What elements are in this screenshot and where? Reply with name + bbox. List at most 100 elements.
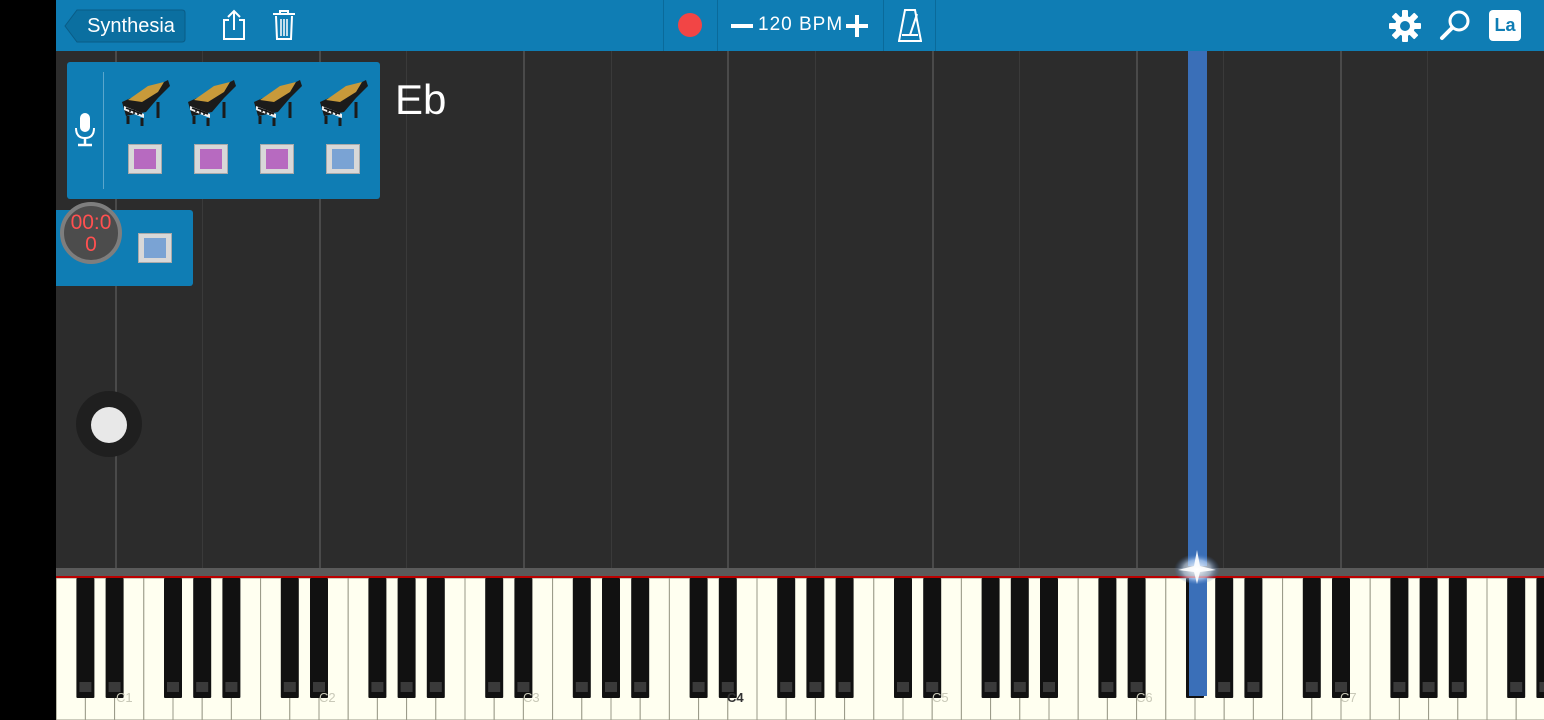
black-key[interactable] [105, 578, 124, 698]
black-key-highlight [1013, 682, 1026, 692]
trash-icon[interactable] [272, 9, 296, 41]
tempo-increase-button[interactable] [846, 15, 868, 37]
settings-gear-icon[interactable] [1389, 10, 1421, 42]
black-key[interactable] [1536, 578, 1544, 698]
black-key-highlight [79, 682, 92, 692]
black-key-highlight [225, 682, 238, 692]
track-toggle[interactable] [326, 144, 360, 174]
joystick-knob[interactable] [91, 407, 127, 443]
black-key[interactable] [981, 578, 1000, 698]
grand-piano-icon[interactable] [316, 72, 370, 126]
piano-keyboard[interactable]: C1 C2 C3 C4 C5 C6 C7 [56, 578, 1544, 720]
scroll-joystick[interactable] [76, 391, 142, 457]
black-key[interactable] [426, 578, 445, 698]
black-key-highlight [167, 682, 179, 692]
grand-piano-icon[interactable] [250, 72, 304, 126]
black-key[interactable] [1244, 578, 1263, 698]
black-key[interactable] [631, 578, 650, 698]
black-key-highlight [1510, 682, 1523, 692]
grand-piano-icon[interactable] [184, 72, 238, 126]
black-key[interactable] [1302, 578, 1321, 698]
octave-grid-line [932, 51, 934, 568]
grid-line [611, 51, 612, 568]
black-key-highlight [1218, 682, 1231, 692]
black-key-highlight [897, 682, 909, 692]
black-key[interactable] [1507, 578, 1526, 698]
black-key[interactable] [164, 578, 182, 698]
black-key[interactable] [1040, 578, 1058, 698]
tempo-decrease-button[interactable] [731, 24, 753, 28]
metronome-icon[interactable] [898, 8, 922, 42]
language-button[interactable]: La [1489, 10, 1521, 41]
piano-keys: C1 C2 C3 C4 C5 C6 C7 [56, 578, 1544, 720]
black-key-highlight [1451, 682, 1464, 692]
black-key[interactable] [1390, 578, 1409, 698]
black-key[interactable] [280, 578, 299, 698]
black-key[interactable] [894, 578, 912, 698]
grid-line [1427, 51, 1428, 568]
track-toggle[interactable] [194, 144, 228, 174]
search-icon[interactable] [1439, 9, 1471, 41]
extra-track-toggle[interactable] [138, 233, 172, 263]
black-key[interactable] [514, 578, 533, 698]
black-key[interactable] [777, 578, 796, 698]
black-key[interactable] [602, 578, 620, 698]
octave-label: C7 [1340, 690, 1357, 705]
black-key[interactable] [572, 578, 591, 698]
divider [883, 0, 884, 51]
black-key-highlight [1539, 682, 1544, 692]
black-key[interactable] [1127, 578, 1146, 698]
track-color-swatch [200, 149, 222, 169]
octave-label: C3 [523, 690, 540, 705]
black-key[interactable] [1448, 578, 1467, 698]
black-key[interactable] [397, 578, 416, 698]
black-key-highlight [605, 682, 617, 692]
timer-button[interactable]: 00:00 [60, 202, 122, 264]
black-key[interactable] [310, 578, 328, 698]
share-icon[interactable] [221, 9, 247, 41]
black-key-highlight [809, 682, 822, 692]
black-key[interactable] [193, 578, 212, 698]
grid-line [1223, 51, 1224, 568]
bpm-display: 120 BPM [758, 14, 844, 35]
black-key[interactable] [1010, 578, 1029, 698]
black-key-highlight [692, 682, 705, 692]
black-key[interactable] [1215, 578, 1234, 698]
black-key-highlight [1043, 682, 1055, 692]
black-key[interactable] [222, 578, 241, 698]
black-key-highlight [1422, 682, 1435, 692]
black-key-highlight [634, 682, 647, 692]
track-toggle[interactable] [260, 144, 294, 174]
octave-label: C4 [727, 690, 744, 705]
black-key[interactable] [689, 578, 708, 698]
black-key[interactable] [923, 578, 942, 698]
black-key-highlight [283, 682, 296, 692]
black-key-highlight [575, 682, 588, 692]
track-toggle[interactable] [128, 144, 162, 174]
back-button[interactable]: Synthesia [64, 9, 186, 43]
instrument-panel [67, 62, 380, 199]
black-key[interactable] [718, 578, 737, 698]
black-key[interactable] [485, 578, 504, 698]
track-color-swatch [266, 149, 288, 169]
microphone-icon[interactable] [74, 112, 96, 148]
keyboard-top-rail [56, 568, 1544, 578]
black-key[interactable] [76, 578, 95, 698]
octave-label: C1 [116, 690, 133, 705]
timer-display: 00:00 [70, 211, 112, 256]
grid-line [1019, 51, 1020, 568]
black-key[interactable] [1098, 578, 1117, 698]
record-button[interactable] [677, 12, 703, 38]
black-key-highlight [196, 682, 209, 692]
black-key[interactable] [835, 578, 854, 698]
black-key-highlight [488, 682, 501, 692]
track-color-swatch [144, 238, 166, 258]
black-key[interactable] [806, 578, 825, 698]
black-key[interactable] [1419, 578, 1438, 698]
black-key-highlight [984, 682, 997, 692]
grand-piano-icon[interactable] [118, 72, 172, 126]
black-key[interactable] [368, 578, 387, 698]
app-window: Synthesia 120 BPM La Eb 00:00 C1 C2 C3 C… [56, 0, 1544, 720]
black-key[interactable] [1332, 578, 1350, 698]
black-key-highlight [838, 682, 851, 692]
